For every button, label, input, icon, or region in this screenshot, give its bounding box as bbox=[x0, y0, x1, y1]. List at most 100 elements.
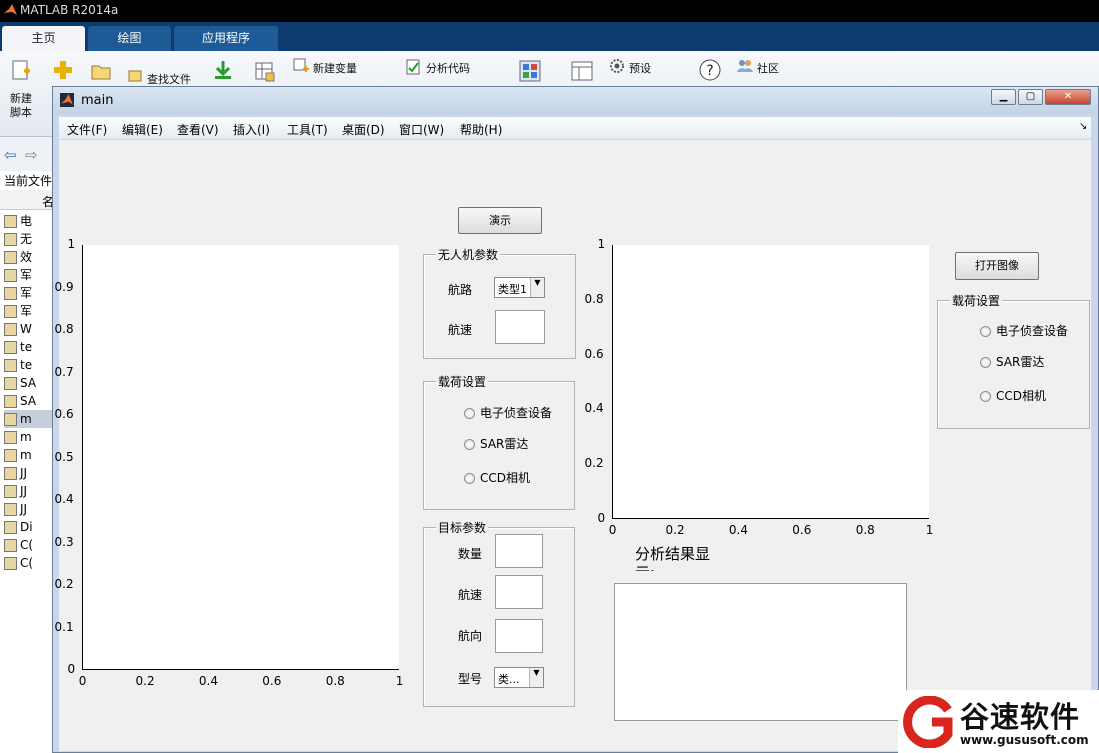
menu-edit[interactable]: 编辑(E) bbox=[122, 121, 163, 138]
forward-arrow-icon[interactable]: ⇨ bbox=[25, 146, 38, 164]
file-type-icon bbox=[4, 557, 17, 570]
uav-speed-label: 航速 bbox=[448, 323, 473, 337]
back-arrow-icon[interactable]: ⇦ bbox=[4, 146, 17, 164]
y-tick-label: 0.9 bbox=[54, 279, 74, 294]
payload2-radio-elint[interactable]: 电子侦查设备 bbox=[980, 322, 1068, 339]
menu-file[interactable]: 文件(F) bbox=[67, 121, 107, 138]
heading-input[interactable] bbox=[495, 619, 543, 653]
file-list-item[interactable]: 军 bbox=[4, 266, 54, 284]
file-type-icon bbox=[4, 323, 17, 336]
y-tick-label: 0.8 bbox=[584, 291, 604, 306]
file-list-item[interactable]: W bbox=[4, 320, 54, 338]
file-list-item[interactable]: m bbox=[4, 446, 54, 464]
file-type-icon bbox=[4, 269, 17, 282]
y-tick-label: 0 bbox=[597, 511, 606, 525]
file-list-item[interactable]: JJ bbox=[4, 500, 54, 518]
new-variable-icon bbox=[293, 58, 309, 72]
file-list-item[interactable]: 效 bbox=[4, 248, 54, 266]
close-button[interactable]: ✕ bbox=[1045, 89, 1091, 105]
file-type-icon bbox=[4, 503, 17, 516]
analyze-code-button[interactable]: 分析代码 bbox=[426, 60, 470, 76]
file-list-item-name: C( bbox=[20, 556, 34, 570]
file-type-icon bbox=[4, 539, 17, 552]
type-select[interactable]: 类... ▼ bbox=[494, 667, 544, 688]
count-input[interactable] bbox=[495, 534, 543, 568]
axes-right[interactable] bbox=[612, 245, 929, 519]
y-tick-label: 0.2 bbox=[54, 577, 74, 591]
x-tick-label: 1 bbox=[395, 674, 404, 688]
community-button[interactable]: 社区 bbox=[757, 60, 779, 76]
y-tick-label: 1 bbox=[597, 237, 606, 251]
file-list-item[interactable]: JJ bbox=[4, 482, 54, 500]
new-icon[interactable] bbox=[52, 59, 74, 81]
new-script-button[interactable]: 新建 脚本 bbox=[10, 92, 32, 120]
file-list-item[interactable]: JJ bbox=[4, 464, 54, 482]
file-list-item[interactable]: m bbox=[4, 410, 54, 428]
file-list-item[interactable]: C( bbox=[4, 554, 54, 572]
menu-desktop[interactable]: 桌面(D) bbox=[342, 121, 385, 138]
file-list-item[interactable]: te bbox=[4, 338, 54, 356]
payload-radio-ccd[interactable]: CCD相机 bbox=[464, 469, 530, 486]
open-image-button[interactable]: 打开图像 bbox=[955, 252, 1039, 280]
file-list-item[interactable]: 无 bbox=[4, 230, 54, 248]
matlab-figure-icon bbox=[60, 93, 74, 107]
tab-plots[interactable]: 绘图 bbox=[88, 26, 171, 51]
file-list-item-name: JJ bbox=[20, 502, 28, 516]
file-type-icon bbox=[4, 251, 17, 264]
import-data-icon[interactable] bbox=[212, 59, 234, 81]
payload-radio-elint[interactable]: 电子侦查设备 bbox=[464, 404, 552, 421]
maximize-button[interactable]: ▢ bbox=[1018, 89, 1043, 105]
y-tick-label: 0.1 bbox=[54, 619, 74, 634]
route-select[interactable]: 类型1 ▼ bbox=[494, 277, 545, 298]
file-type-icon bbox=[4, 377, 17, 390]
file-type-icon bbox=[4, 233, 17, 246]
preferences-button[interactable]: 预设 bbox=[629, 60, 651, 76]
payload2-radio-sar[interactable]: SAR雷达 bbox=[980, 353, 1044, 370]
file-list-item[interactable]: C( bbox=[4, 536, 54, 554]
minimize-button[interactable]: ▁ bbox=[991, 89, 1016, 105]
file-list-item[interactable]: SA bbox=[4, 392, 54, 410]
payload-radio-sar[interactable]: SAR雷达 bbox=[464, 435, 528, 452]
open-folder-icon[interactable] bbox=[90, 61, 112, 83]
file-list-item[interactable]: m bbox=[4, 428, 54, 446]
file-list-item[interactable]: SA bbox=[4, 374, 54, 392]
file-list-item[interactable]: 军 bbox=[4, 302, 54, 320]
save-workspace-icon[interactable] bbox=[254, 61, 276, 83]
app-titlebar: MATLAB R2014a bbox=[0, 0, 1099, 22]
x-tick-label: 1 bbox=[925, 523, 934, 537]
simulink-icon[interactable] bbox=[519, 60, 541, 82]
x-tick-label: 0.8 bbox=[855, 523, 875, 537]
file-list-item-name: JJ bbox=[20, 466, 28, 480]
file-list-item[interactable]: 军 bbox=[4, 284, 54, 302]
layout-icon[interactable] bbox=[571, 60, 593, 82]
new-variable-button[interactable]: 新建变量 bbox=[313, 60, 357, 76]
figure-content: 演示 打开图像 无人机参数 航路 类型1 ▼ 航速 载荷设置 电子侦查设备 SA… bbox=[55, 140, 1091, 751]
demo-button[interactable]: 演示 bbox=[458, 207, 542, 234]
find-files-button[interactable]: 查找文件 bbox=[147, 71, 191, 87]
menu-insert[interactable]: 插入(I) bbox=[233, 121, 270, 138]
axes-left[interactable] bbox=[82, 245, 399, 670]
x-tick-label: 0.2 bbox=[665, 523, 685, 537]
file-list-item-name: C( bbox=[20, 538, 34, 552]
watermark: 谷速软件 www.gususoft.com bbox=[898, 690, 1099, 753]
target-speed-label: 航速 bbox=[458, 588, 483, 602]
menu-window[interactable]: 窗口(W) bbox=[399, 121, 444, 138]
tab-apps[interactable]: 应用程序 bbox=[174, 26, 278, 51]
file-list-item-name: 电 bbox=[20, 214, 33, 228]
file-list-item[interactable]: Di bbox=[4, 518, 54, 536]
file-list-item-name: SA bbox=[20, 376, 37, 390]
menu-view[interactable]: 查看(V) bbox=[177, 121, 219, 138]
analysis-result-box[interactable] bbox=[614, 583, 907, 721]
file-list-item[interactable]: 电 bbox=[4, 212, 54, 230]
target-speed-input[interactable] bbox=[495, 575, 543, 609]
payload2-radio-ccd[interactable]: CCD相机 bbox=[980, 387, 1046, 404]
toolbar-toggle-icon[interactable]: ↘ bbox=[1079, 121, 1087, 132]
ribbon-tab-bar: 主页 绘图 应用程序 bbox=[0, 22, 1099, 51]
menu-help[interactable]: 帮助(H) bbox=[460, 121, 502, 138]
help-icon[interactable]: ? bbox=[699, 59, 721, 81]
tab-home[interactable]: 主页 bbox=[2, 26, 85, 51]
new-script-icon[interactable] bbox=[10, 59, 32, 81]
menu-tools[interactable]: 工具(T) bbox=[287, 121, 328, 138]
uav-speed-input[interactable] bbox=[495, 310, 545, 344]
file-list-item[interactable]: te bbox=[4, 356, 54, 374]
